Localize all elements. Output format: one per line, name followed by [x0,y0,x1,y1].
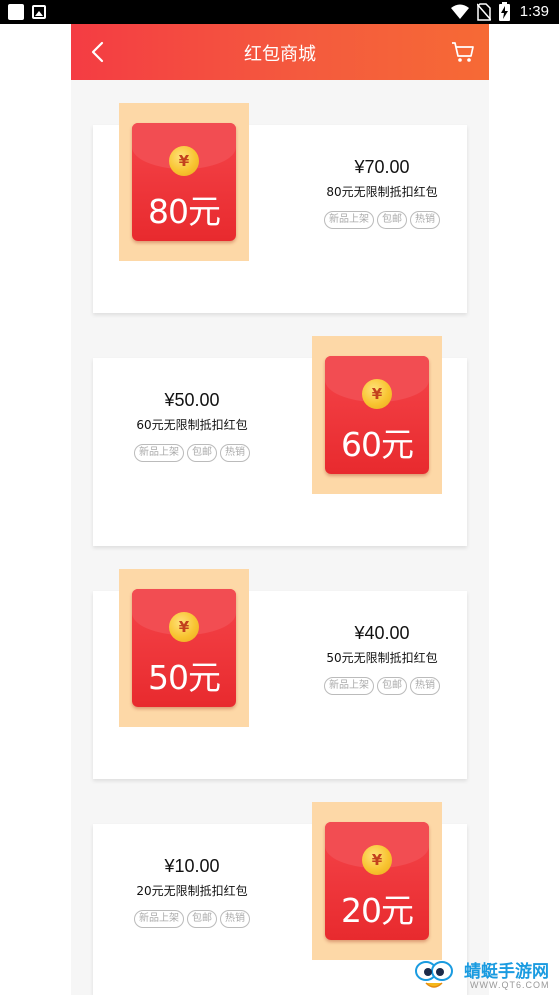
tag-free-shipping: 包邮 [187,444,217,462]
red-envelope: ¥ 20元 [325,822,429,940]
app-header: 红包商城 [71,24,489,80]
red-envelope-image: ¥ 60元 [312,336,442,494]
tag-new-arrival: 新品上架 [324,677,374,695]
red-envelope-image: ¥ 20元 [312,802,442,960]
product-tags: 新品上架 包邮 热销 [97,444,287,462]
tag-hot-sale: 热销 [220,444,250,462]
tag-free-shipping: 包邮 [187,910,217,928]
watermark-url: WWW.QT6.COM [470,980,550,990]
product-tags: 新品上架 包邮 热销 [287,211,477,229]
yuan-coin-icon: ¥ [169,612,199,642]
product-info: ¥50.00 60元无限制抵扣红包 新品上架 包邮 热销 [97,390,287,462]
app-notification-icon [8,4,24,20]
envelope-face-value: 50元 [148,658,221,697]
product-card[interactable]: ¥ 50元 ¥40.00 50元无限制抵扣红包 新品上架 包邮 热销 [93,569,467,779]
product-name: 60元无限制抵扣红包 [136,418,248,432]
red-envelope: ¥ 50元 [132,589,236,707]
envelope-face-value: 80元 [148,192,221,231]
tag-hot-sale: 热销 [220,910,250,928]
product-info: ¥40.00 50元无限制抵扣红包 新品上架 包邮 热销 [287,623,477,695]
yuan-coin-icon: ¥ [362,845,392,875]
product-card[interactable]: ¥50.00 60元无限制抵扣红包 新品上架 包邮 热销 ¥ 60元 [93,336,467,546]
yuan-coin-icon: ¥ [362,379,392,409]
red-envelope-image: ¥ 80元 [119,103,249,261]
page-title: 红包商城 [244,44,316,65]
red-envelope: ¥ 80元 [132,123,236,241]
cart-icon[interactable] [451,40,475,64]
tag-free-shipping: 包邮 [377,677,407,695]
battery-charging-icon [498,2,510,21]
product-info: ¥70.00 80元无限制抵扣红包 新品上架 包邮 热销 [287,157,477,229]
dragonfly-mascot-icon [415,961,453,988]
product-price: ¥50.00 [164,390,220,410]
product-price: ¥10.00 [164,856,220,876]
watermark-title: 蜻蜓手游网 [464,962,549,982]
product-price: ¥40.00 [354,623,410,643]
tag-free-shipping: 包邮 [377,211,407,229]
product-tags: 新品上架 包邮 热销 [97,910,287,928]
product-name: 20元无限制抵扣红包 [136,884,248,898]
product-price: ¥70.00 [354,157,410,177]
tag-new-arrival: 新品上架 [134,444,184,462]
no-sim-icon [476,2,491,21]
product-card[interactable]: ¥ 80元 ¥70.00 80元无限制抵扣红包 新品上架 包邮 热销 [93,103,467,313]
red-envelope-image: ¥ 50元 [119,569,249,727]
product-name: 50元无限制抵扣红包 [326,651,438,665]
product-tags: 新品上架 包邮 热销 [287,677,477,695]
yuan-coin-icon: ¥ [169,146,199,176]
tag-new-arrival: 新品上架 [134,910,184,928]
tag-new-arrival: 新品上架 [324,211,374,229]
product-name: 80元无限制抵扣红包 [326,185,438,199]
status-bar: 1:39 [0,0,559,24]
product-info: ¥10.00 20元无限制抵扣红包 新品上架 包邮 热销 [97,856,287,928]
gallery-icon [32,5,46,19]
envelope-face-value: 60元 [341,425,414,464]
red-envelope: ¥ 60元 [325,356,429,474]
envelope-face-value: 20元 [341,891,414,930]
wifi-icon [450,4,469,19]
tag-hot-sale: 热销 [410,211,440,229]
product-card[interactable]: ¥10.00 20元无限制抵扣红包 新品上架 包邮 热销 ¥ 20元 [93,802,467,995]
tag-hot-sale: 热销 [410,677,440,695]
watermark: 蜻蜓手游网 WWW.QT6.COM [412,955,557,993]
status-time: 1:39 [519,3,549,20]
